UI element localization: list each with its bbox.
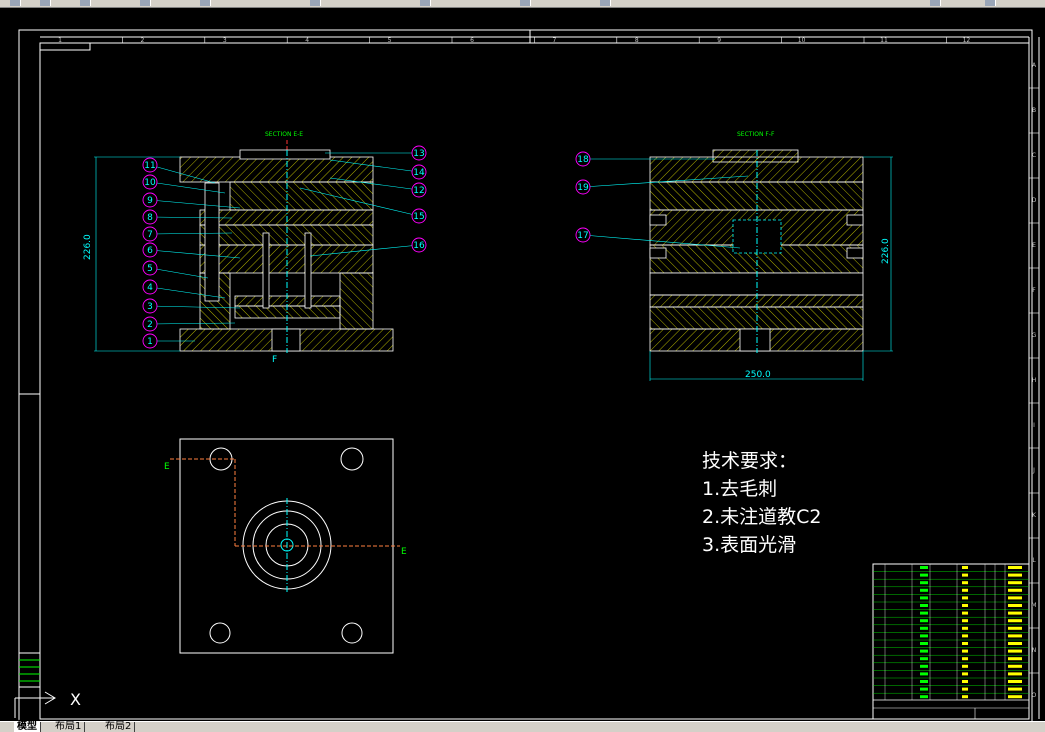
balloon-label: 11 <box>144 161 155 171</box>
layout-tabs: 模型 布局1 布局2 <box>0 721 1045 732</box>
row-tick-label: I <box>1033 422 1035 429</box>
ucs-x-label: X <box>70 690 81 709</box>
cut-label-f-left: F <box>272 355 277 365</box>
balloon-label: 13 <box>413 149 424 159</box>
column-tick-label: 8 <box>635 37 639 44</box>
row-tick-label: F <box>1032 287 1036 294</box>
section-ee-title: SECTION E-E <box>265 131 303 138</box>
bom-table <box>872 563 1030 720</box>
column-tick-label: 4 <box>305 37 309 44</box>
balloon-label: 6 <box>147 246 153 256</box>
section-ff-view: SECTION F-F 226.0 250.0 <box>649 131 893 381</box>
row-tick-label: G <box>1032 332 1037 339</box>
toolbar-button[interactable] <box>930 0 941 6</box>
row-tick-label: L <box>1032 557 1036 564</box>
balloon-label: 5 <box>147 264 153 274</box>
row-tick-label: H <box>1032 377 1037 384</box>
tech-req-item-2: 2.未注道教C2 <box>702 506 821 528</box>
balloon-label: 17 <box>577 231 588 241</box>
balloon-label: 18 <box>577 155 589 165</box>
row-tick-label: J <box>1032 467 1035 474</box>
row-tick-label: A <box>1032 62 1037 69</box>
balloon-label: 2 <box>147 320 153 330</box>
toolbar-button[interactable] <box>985 0 996 6</box>
balloon-label: 19 <box>577 183 589 193</box>
row-tick-label: C <box>1032 152 1036 159</box>
toolbar-button[interactable] <box>600 0 611 6</box>
toolbar-button[interactable] <box>310 0 321 6</box>
balloon-label: 3 <box>147 302 153 312</box>
toolbar-button[interactable] <box>80 0 91 6</box>
toolbar-button[interactable] <box>40 0 51 6</box>
dim-height-right: 226.0 <box>881 238 891 264</box>
dim-height-left: 226.0 <box>83 234 93 260</box>
row-tick-label: E <box>1032 242 1036 249</box>
balloon-label: 14 <box>413 168 425 178</box>
cut-label-e-left: E <box>164 462 170 472</box>
dim-width: 250.0 <box>745 370 771 380</box>
column-tick-label: 2 <box>140 37 144 44</box>
top-toolbar[interactable] <box>0 0 1045 8</box>
left-mini-table <box>18 652 41 688</box>
column-tick-label: 1 <box>58 37 62 44</box>
toolbar-button[interactable] <box>140 0 151 6</box>
balloon-label: 9 <box>147 196 153 206</box>
section-ee-view: SECTION E-E F 226.0 <box>83 131 394 365</box>
section-ff-title: SECTION F-F <box>737 131 775 138</box>
row-tick-label: N <box>1032 647 1037 654</box>
column-tick-label: 5 <box>388 37 392 44</box>
row-tick-label: K <box>1032 512 1037 519</box>
tech-req-item-1: 1.去毛刺 <box>702 478 777 500</box>
balloon-label: 16 <box>413 241 425 251</box>
ucs-icon: X <box>14 690 81 718</box>
balloon-label: 12 <box>413 186 424 196</box>
row-tick-label: B <box>1032 107 1036 114</box>
column-tick-label: 7 <box>552 37 556 44</box>
balloon-label: 4 <box>147 283 153 293</box>
balloon-label: 7 <box>147 230 153 240</box>
column-tick-label: 9 <box>717 37 721 44</box>
toolbar-button[interactable] <box>10 0 21 6</box>
balloon-label: 1 <box>147 337 153 347</box>
row-ticks: A B C D E F G H I J K L M N O <box>1029 62 1039 699</box>
tech-req-item-3: 3.表面光滑 <box>702 534 796 556</box>
column-tick-label: 11 <box>880 37 888 44</box>
row-tick-label: M <box>1031 602 1036 609</box>
balloon-label: 15 <box>413 212 424 222</box>
row-tick-label: O <box>1032 692 1037 699</box>
toolbar-button[interactable] <box>420 0 431 6</box>
drawing-canvas[interactable]: 1 2 3 4 5 6 7 8 9 10 11 12 ABCDEFGHIJKLMNO SECTION … <box>0 8 1045 722</box>
tech-req-title: 技术要求： <box>702 450 797 472</box>
row-tick-label: D <box>1032 197 1037 204</box>
drawing-frame <box>18 29 1040 722</box>
toolbar-button[interactable] <box>520 0 531 6</box>
cut-label-e-right: E <box>401 547 407 557</box>
technical-requirements: 技术要求： 1.去毛刺 2.未注道教C2 3.表面光滑 <box>702 450 821 556</box>
toolbar-button[interactable] <box>200 0 211 6</box>
plan-view: E E <box>164 438 407 654</box>
balloon-label: 8 <box>147 213 153 223</box>
column-tick-label: 10 <box>798 37 806 44</box>
column-tick-label: 3 <box>223 37 227 44</box>
column-tick-label: 12 <box>963 37 971 44</box>
column-tick-label: 6 <box>470 37 474 44</box>
balloon-label: 10 <box>144 178 156 188</box>
